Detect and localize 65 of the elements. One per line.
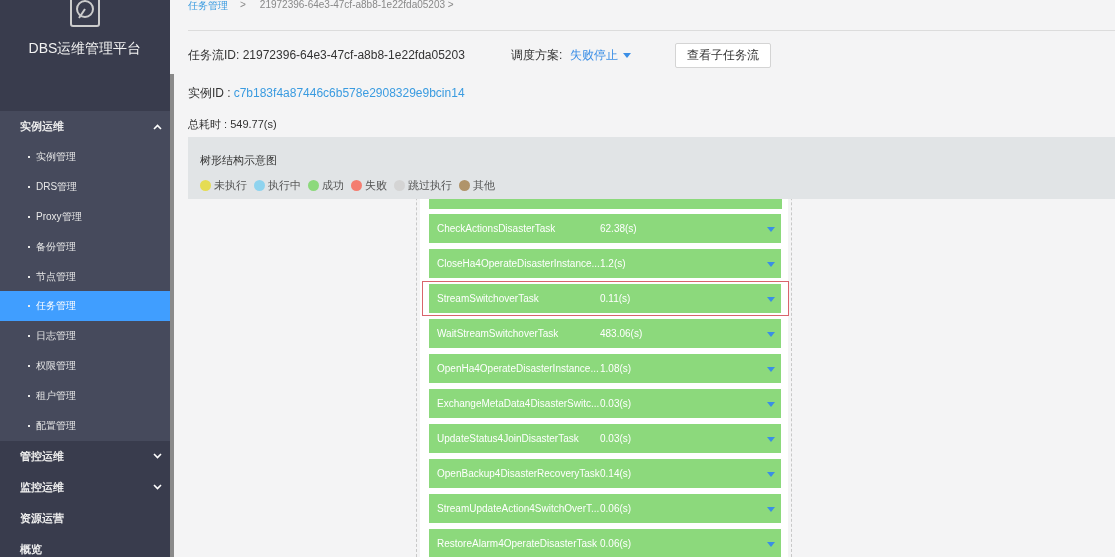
menu-group[interactable]: 实例运维 (0, 111, 170, 142)
dropdown-icon[interactable] (767, 367, 775, 372)
task-name: CheckActionsDisasterTask (437, 223, 557, 234)
menu-item[interactable]: 权限管理 (0, 351, 170, 382)
menu-item[interactable]: Proxy管理 (0, 201, 170, 232)
task-duration: 1.2(s) (600, 258, 626, 269)
task-name: RestoreAlarm4OperateDisasterTask (437, 538, 599, 549)
dropdown-icon[interactable] (767, 262, 775, 267)
task-duration: 0.03(s) (600, 433, 632, 444)
task-duration: 1.08(s) (600, 363, 632, 374)
legend-label: 未执行 (214, 178, 247, 193)
chevron-down-icon (153, 484, 162, 491)
menu-item[interactable]: 实例管理 (0, 142, 170, 172)
task-duration: 0.11(s) (600, 293, 631, 304)
panel-title: 树形结构示意图 (200, 153, 278, 168)
dropdown-icon[interactable] (767, 472, 775, 477)
menu-item[interactable]: 节点管理 (0, 261, 170, 292)
task-name: OpenBackup4DisasterRecoveryTask (437, 468, 600, 479)
task-duration: 62.38(s) (600, 223, 637, 234)
chevron-up-icon (153, 123, 162, 130)
task-duration: 0.06(s) (600, 538, 632, 549)
dropdown-icon[interactable] (767, 332, 775, 337)
chevron-down-icon (153, 453, 162, 460)
task-duration: 0.14(s) (600, 468, 632, 479)
task-duration: 483.06(s) (600, 328, 643, 339)
task-flow-id: 任务流ID: 21972396-64e3-47cf-a8b8-1e22fda05203 (188, 46, 465, 64)
breadcrumb-current: 21972396-64e3-47cf-a8b8-1e22fda05203 > (259, 0, 454, 12)
caret-down-icon[interactable] (623, 52, 632, 58)
menu-group[interactable]: 资源运营 (0, 502, 170, 534)
menu-group[interactable]: 管控运维 (0, 440, 170, 472)
menu-item[interactable]: 备份管理 (0, 231, 170, 262)
task-duration: 0.06(s) (600, 503, 632, 514)
total-time: 总耗时 : 549.77(s) (188, 117, 278, 132)
menu-item[interactable]: DRS管理 (0, 171, 170, 202)
menu-item[interactable]: 日志管理 (0, 321, 170, 352)
dropdown-icon[interactable] (767, 227, 775, 232)
task-name: UpdateStatus4JoinDisasterTask (437, 433, 580, 444)
menu-item[interactable]: 租户管理 (0, 381, 170, 411)
menu-group[interactable]: 监控运维 (0, 471, 170, 503)
legend-label: 其他 (473, 178, 495, 193)
task-name: StreamSwitchoverTask (437, 293, 540, 304)
task-name: CloseHa4OperateDisasterInstance... (437, 258, 600, 269)
dropdown-icon[interactable] (767, 402, 775, 407)
dropdown-icon[interactable] (767, 542, 775, 547)
scrollbar[interactable] (170, 74, 174, 557)
task-name: StreamUpdateAction4SwitchOverT... (437, 503, 600, 514)
dropdown-icon[interactable] (767, 437, 775, 442)
view-subflow-button[interactable]: 查看子任务流 (675, 42, 772, 68)
legend-label: 跳过执行 (408, 178, 452, 193)
breadcrumb-separator: > (240, 0, 246, 12)
app-title: DBS运维管理平台 (28, 40, 142, 58)
legend-label: 执行中 (268, 178, 301, 193)
legend-label: 失败 (365, 178, 387, 193)
task-name: WaitStreamSwitchoverTask (437, 328, 560, 339)
dropdown-icon[interactable] (767, 297, 775, 302)
dropdown-icon[interactable] (767, 507, 775, 512)
task-name: OpenHa4OperateDisasterInstance... (437, 363, 600, 374)
menu-item[interactable]: 配置管理 (0, 411, 170, 441)
schedule-label: 调度方案: (510, 46, 563, 64)
task-name: ExchangeMetaData4DisasterSwitc... (437, 398, 600, 409)
menu-group[interactable]: 概览 (0, 533, 170, 557)
instance-id-label: 实例ID : (188, 84, 231, 102)
task-duration: 0.03(s) (600, 398, 632, 409)
task-card[interactable] (429, 199, 782, 209)
legend-label: 成功 (322, 178, 344, 193)
